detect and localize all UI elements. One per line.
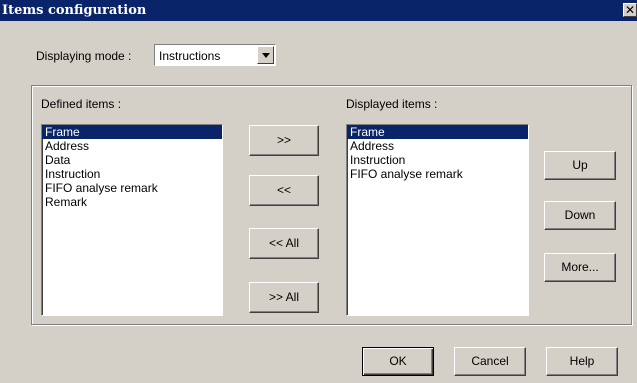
title-bar: Items configuration ✕ xyxy=(0,0,637,21)
defined-items-list[interactable]: Frame Address Data Instruction FIFO analyse … xyxy=(41,124,223,316)
list-item[interactable]: Frame xyxy=(42,125,222,139)
list-item[interactable]: Data xyxy=(42,153,222,167)
remove-button[interactable]: << xyxy=(249,175,319,206)
down-button[interactable]: Down xyxy=(544,201,616,230)
list-item[interactable]: Remark xyxy=(42,195,222,209)
displayed-items-list[interactable]: Frame Address Instruction FIFO analyse rema… xyxy=(346,124,529,316)
more-button[interactable]: More... xyxy=(544,253,616,282)
close-icon[interactable]: ✕ xyxy=(623,3,637,17)
list-item[interactable]: Instruction xyxy=(42,167,222,181)
dropdown-arrow-icon[interactable] xyxy=(257,46,274,64)
window-title: Items configuration xyxy=(2,3,147,18)
displaying-mode-label: Displaying mode : xyxy=(36,49,132,63)
displaying-mode-select[interactable]: Instructions xyxy=(154,44,276,66)
defined-items-label: Defined items : xyxy=(41,97,122,111)
up-button[interactable]: Up xyxy=(544,151,616,180)
add-all-button[interactable]: >> All xyxy=(249,282,319,313)
list-item[interactable]: Address xyxy=(42,139,222,153)
displayed-items-label: Displayed items : xyxy=(346,97,438,111)
list-item[interactable]: FIFO analyse remark xyxy=(42,181,222,195)
cancel-button[interactable]: Cancel xyxy=(454,347,526,376)
list-item[interactable]: Address xyxy=(347,139,528,153)
list-item[interactable]: FIFO analyse remark xyxy=(347,167,528,181)
displaying-mode-value: Instructions xyxy=(159,49,221,63)
list-item[interactable]: Instruction xyxy=(347,153,528,167)
ok-button[interactable]: OK xyxy=(362,347,434,376)
add-button[interactable]: >> xyxy=(249,125,319,156)
help-button[interactable]: Help xyxy=(546,347,618,376)
list-item[interactable]: Frame xyxy=(347,125,528,139)
remove-all-button[interactable]: << All xyxy=(249,228,319,259)
